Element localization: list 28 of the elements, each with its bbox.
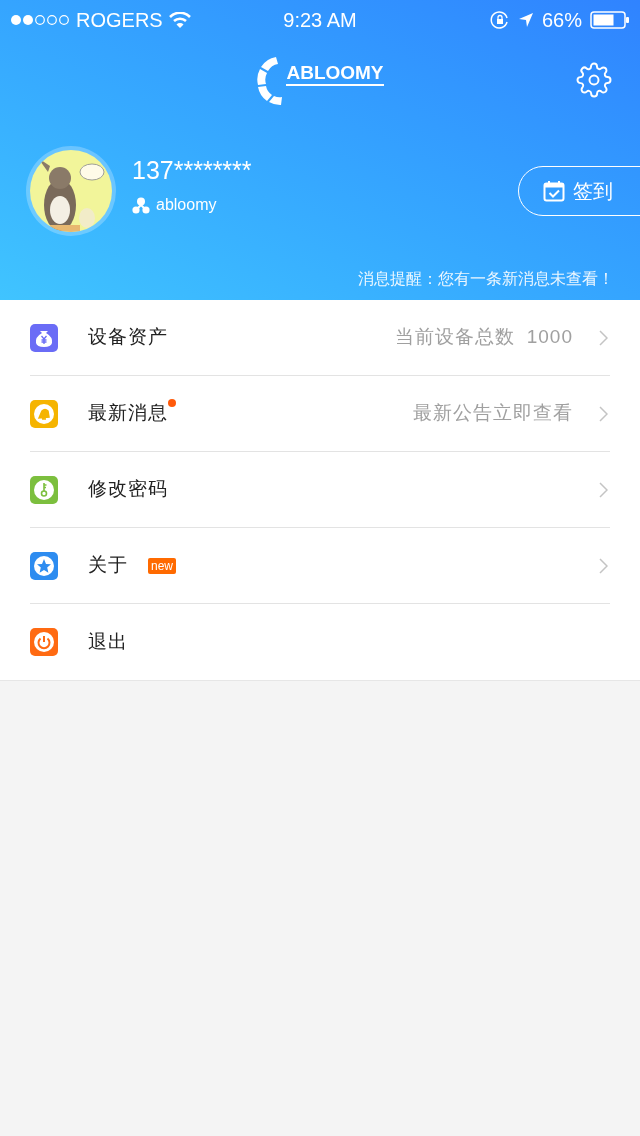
device-count: 1000: [526, 325, 573, 350]
carrier-name: ROGERS: [76, 8, 163, 33]
menu-row[interactable]: 修改密码: [30, 452, 610, 528]
phone-number: 137********: [132, 155, 253, 185]
username: abloomy: [156, 195, 217, 215]
calendar-check-icon: [543, 180, 565, 202]
abloomy-logo: ABLOOMY: [256, 54, 384, 106]
wifi-icon: [168, 12, 191, 28]
menu-label[interactable]: 设备资产: [88, 323, 168, 352]
settings-icon[interactable]: [576, 62, 612, 98]
menu-label[interactable]: 退出: [88, 627, 128, 657]
menu-label[interactable]: 最新消息: [88, 399, 168, 428]
menu-label[interactable]: 修改密码: [88, 475, 168, 504]
menu-detail: 最新公告立即查看: [413, 401, 573, 426]
menu-label[interactable]: 关于: [88, 551, 128, 580]
location-arrow-icon: [517, 12, 534, 28]
menu-row[interactable]: 退出: [30, 604, 610, 680]
message-notice: 消息提醒：您有一条新消息未查看！: [358, 270, 614, 287]
new-badge: new: [148, 557, 176, 574]
rotation-lock-icon: [489, 10, 510, 30]
menu-detail: 当前设备总数: [394, 325, 515, 350]
user-group-icon: [132, 196, 150, 214]
menu-row[interactable]: 设备资产 当前设备总数 1000: [30, 300, 610, 376]
menu-row[interactable]: 关于 new: [30, 528, 610, 604]
battery-percent: 66%: [541, 8, 582, 33]
status-time: 9:23 AM: [283, 9, 357, 31]
signal-icon: [10, 14, 70, 26]
battery-icon: [590, 11, 630, 29]
